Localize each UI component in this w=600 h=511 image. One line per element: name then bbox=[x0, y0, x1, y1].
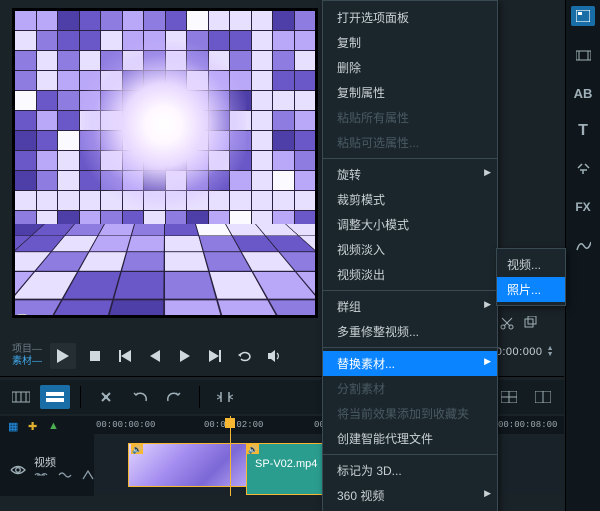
timeline-view-button[interactable] bbox=[40, 385, 70, 409]
menu-item-21[interactable]: 标记为 3D... bbox=[323, 458, 497, 483]
menu-item-3[interactable]: 复制属性 bbox=[323, 80, 497, 105]
loop-button[interactable] bbox=[234, 345, 256, 367]
menu-item-17: 分割素材 bbox=[323, 376, 497, 401]
menu-item-10[interactable]: 视频淡入 bbox=[323, 237, 497, 262]
track-plus-icon[interactable]: ✚ bbox=[28, 420, 42, 432]
menu-item-4: 粘贴所有属性 bbox=[323, 105, 497, 130]
playback-controls: 项目— 素材— bbox=[12, 336, 312, 376]
menu-item-11[interactable]: 视频淡出 bbox=[323, 262, 497, 287]
speaker-icon: 🔊 bbox=[131, 444, 143, 454]
frame-back-button[interactable] bbox=[144, 345, 166, 367]
menu-item-19[interactable]: 创建智能代理文件 bbox=[323, 426, 497, 451]
submenu-replace: 视频...照片... bbox=[496, 248, 566, 306]
playhead-handle[interactable] bbox=[225, 418, 235, 428]
panel-fx-button[interactable]: FX bbox=[573, 198, 593, 216]
scrub-knob[interactable] bbox=[17, 314, 27, 318]
clip-name-label: SP-V02.mp4 bbox=[255, 458, 317, 470]
mode-project-label[interactable]: 项目— bbox=[12, 344, 42, 356]
stop-button[interactable] bbox=[84, 345, 106, 367]
menu-item-22[interactable]: 360 视频▶ bbox=[323, 483, 497, 508]
menu-item-18: 将当前效果添加到收藏夹 bbox=[323, 401, 497, 426]
layout-grid-button[interactable] bbox=[494, 385, 524, 409]
storyboard-view-button[interactable] bbox=[6, 385, 36, 409]
wave-icon[interactable] bbox=[58, 470, 72, 480]
submenu-item-1[interactable]: 照片... bbox=[497, 277, 565, 302]
panel-settings-button[interactable] bbox=[573, 160, 593, 178]
panel-text-button[interactable]: T bbox=[573, 122, 593, 140]
right-nav: AB T FX bbox=[565, 0, 600, 511]
menu-item-14[interactable]: 多重修整视频... bbox=[323, 319, 497, 344]
track-expand-icon[interactable]: ▦ bbox=[8, 420, 22, 432]
menu-item-16[interactable]: 替换素材...▶ bbox=[323, 351, 497, 376]
menu-item-2[interactable]: 删除 bbox=[323, 55, 497, 80]
volume-button[interactable] bbox=[264, 345, 286, 367]
panel-path-button[interactable] bbox=[573, 236, 593, 254]
menu-item-8[interactable]: 裁剪模式 bbox=[323, 187, 497, 212]
track-label: 视频 bbox=[34, 454, 56, 470]
redo-button[interactable] bbox=[159, 385, 189, 409]
next-button[interactable] bbox=[204, 345, 226, 367]
frame-fwd-button[interactable] bbox=[174, 345, 196, 367]
preview-pane bbox=[12, 8, 318, 318]
context-menu: 打开选项面板复制删除复制属性粘贴所有属性粘贴可选属性... 旋转▶裁剪模式调整大小… bbox=[322, 0, 498, 511]
menu-item-7[interactable]: 旋转▶ bbox=[323, 162, 497, 187]
split-clip-button[interactable] bbox=[210, 385, 240, 409]
mode-clip-label[interactable]: 素材— bbox=[12, 356, 42, 368]
effects-icon[interactable] bbox=[82, 470, 94, 480]
submenu-item-0[interactable]: 视频... bbox=[497, 252, 565, 277]
panel-tool1-button[interactable] bbox=[573, 46, 593, 64]
menu-item-1[interactable]: 复制 bbox=[323, 30, 497, 55]
panel-ab-button[interactable]: AB bbox=[573, 84, 593, 102]
right-tools bbox=[500, 316, 560, 344]
play-button[interactable] bbox=[50, 343, 76, 369]
timecode-stepper[interactable]: ▲▼ bbox=[547, 346, 554, 358]
link-icon[interactable] bbox=[34, 470, 48, 480]
cut-icon[interactable] bbox=[500, 316, 514, 344]
track-arrow-icon[interactable]: ▲ bbox=[48, 420, 62, 432]
scrub-bar[interactable] bbox=[17, 317, 313, 318]
speaker-icon: 🔊 bbox=[247, 444, 259, 454]
copy-icon[interactable] bbox=[524, 316, 538, 344]
prev-button[interactable] bbox=[114, 345, 136, 367]
menu-item-0[interactable]: 打开选项面板 bbox=[323, 5, 497, 30]
panel-media-button[interactable] bbox=[571, 6, 595, 26]
preview-video bbox=[15, 11, 315, 315]
menu-item-13[interactable]: 群组▶ bbox=[323, 294, 497, 319]
undo-button[interactable] bbox=[125, 385, 155, 409]
panel-toggle-button[interactable] bbox=[528, 385, 558, 409]
tool-settings-button[interactable] bbox=[91, 385, 121, 409]
menu-item-5: 粘贴可选属性... bbox=[323, 130, 497, 155]
playhead[interactable] bbox=[230, 416, 231, 496]
track-visibility-toggle[interactable] bbox=[10, 464, 26, 476]
menu-item-9[interactable]: 调整大小模式 bbox=[323, 212, 497, 237]
